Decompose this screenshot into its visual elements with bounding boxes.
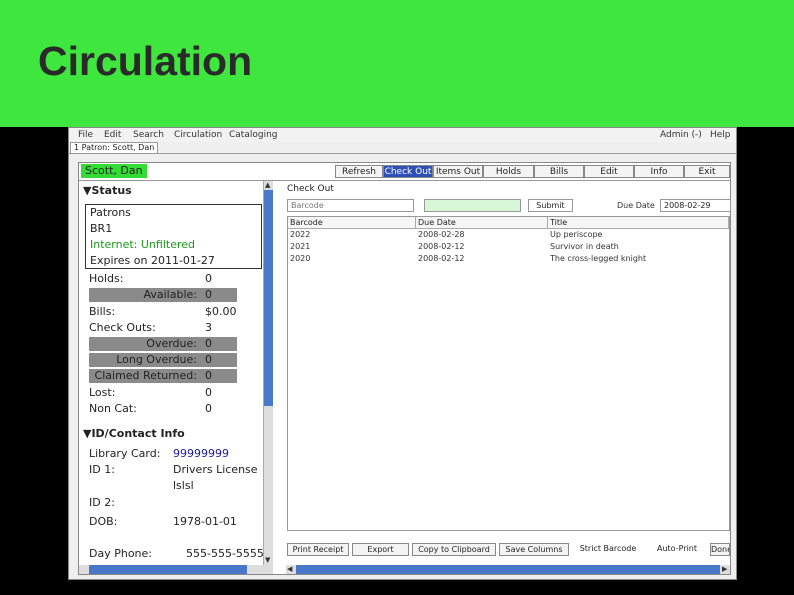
menu-edit[interactable]: Edit [104,130,121,140]
due-date-label: Due Date [617,201,655,210]
barcode-type-select[interactable]: Barcode [287,199,414,212]
bills-value: $0.00 [205,305,237,318]
refresh-button[interactable]: Refresh [335,165,383,178]
left-hscroll-thumb[interactable] [89,565,247,574]
available-label: Available: [143,288,198,301]
application-window: File Edit Search Circulation Cataloging … [68,127,737,580]
scroll-down-arrow-icon[interactable]: ▼ [265,556,270,564]
id1-label: ID 1: [89,463,115,476]
id2-label: ID 2: [89,496,115,509]
scroll-right-arrow-icon[interactable]: ▶ [722,565,727,573]
claimed-returned-value: 0 [205,369,212,382]
dob-label: DOB: [89,515,118,528]
exit-button[interactable]: Exit [684,165,730,178]
save-columns-button[interactable]: Save Columns [499,543,569,556]
holds-label: Holds: [89,272,124,285]
export-button[interactable]: Export [352,543,409,556]
tab-patron[interactable]: 1 Patron: Scott, Dan [70,142,159,153]
submit-button[interactable]: Submit [528,199,573,212]
print-receipt-button[interactable]: Print Receipt [287,543,349,556]
row-1-title[interactable]: Up periscope [550,230,602,239]
left-scroll-thumb[interactable] [264,190,273,406]
library-card-value: 99999999 [173,447,229,460]
copy-to-clipboard-button[interactable]: Copy to Clipboard [412,543,496,556]
holds-value: 0 [205,272,212,285]
long-overdue-value: 0 [205,353,212,366]
bills-button[interactable]: Bills [534,165,584,178]
column-header-due-date[interactable]: Due Date [416,217,548,229]
non-cat-label: Non Cat: [89,402,137,415]
menu-cataloging[interactable]: Cataloging [229,130,277,140]
status-expires: Expires on 2011-01-27 [90,254,215,267]
menu-file[interactable]: File [78,130,93,140]
row-2-due-date[interactable]: 2008-02-12 [418,242,465,251]
menu-admin[interactable]: Admin (-) [660,130,702,140]
holds-button[interactable]: Holds [483,165,534,178]
items-out-button[interactable]: Items Out [433,165,483,178]
status-internet: Internet: Unfiltered [90,238,195,251]
checkout-grid: Barcode Due Date Title 2022 2008-02-28 U… [287,216,730,531]
column-header-barcode[interactable]: Barcode [288,217,416,229]
done-button[interactable]: Done [710,543,730,556]
row-3-barcode[interactable]: 2020 [290,254,310,263]
row-2-title[interactable]: Survivor in death [550,242,619,251]
info-button[interactable]: Info [634,165,684,178]
column-header-title[interactable]: Title [548,217,729,229]
auto-print-checkbox[interactable]: Auto-Print [647,543,707,556]
barcode-input[interactable] [424,199,521,212]
lost-label: Lost: [89,386,116,399]
row-1-barcode[interactable]: 2022 [290,230,310,239]
left-horizontal-scrollbar[interactable] [79,565,273,574]
status-profile: Patrons [90,206,131,219]
check-outs-label: Check Outs: [89,321,156,334]
check-outs-value: 3 [205,321,212,334]
status-box: Patrons BR1 Internet: Unfiltered Expires… [85,204,262,269]
overdue-label: Overdue: [146,337,197,350]
scroll-up-arrow-icon[interactable]: ▲ [265,181,270,189]
patron-summary-pane: ▼Status Patrons BR1 Internet: Unfiltered… [79,181,283,576]
left-vertical-scrollbar[interactable]: ▲ ▼ [263,181,273,565]
bills-label: Bills: [89,305,116,318]
claimed-returned-label: Claimed Returned: [94,369,197,382]
edit-button[interactable]: Edit [584,165,634,178]
available-value: 0 [205,288,212,301]
menu-circulation[interactable]: Circulation [174,130,222,140]
patron-name: Scott, Dan [81,164,147,178]
row-3-due-date[interactable]: 2008-02-12 [418,254,465,263]
menu-bar: File Edit Search Circulation Cataloging … [69,128,736,142]
check-out-button[interactable]: Check Out [383,165,433,178]
contact-header[interactable]: ▼ID/Contact Info [83,427,185,440]
dob-value: 1978-01-01 [173,515,237,528]
check-out-title: Check Out [287,184,334,194]
slide-title: Circulation [38,38,253,84]
long-overdue-label: Long Overdue: [116,353,197,366]
menu-help[interactable]: Help [710,130,731,140]
status-header[interactable]: ▼Status [83,184,132,197]
row-2-barcode[interactable]: 2021 [290,242,310,251]
due-date-input[interactable]: 2008-02-29 [660,199,731,212]
overdue-value: 0 [205,337,212,350]
day-phone-label: Day Phone: [89,547,152,560]
id1-value: Drivers License [173,463,258,476]
menu-search[interactable]: Search [133,130,164,140]
tab-bar: 1 Patron: Scott, Dan [69,141,736,154]
patron-display: Scott, Dan Refresh Check Out Items Out H… [78,162,731,575]
status-library: BR1 [90,222,113,235]
row-3-title[interactable]: The cross-legged knight [550,254,646,263]
right-horizontal-scrollbar[interactable]: ◀ ▶ [286,565,730,574]
non-cat-value: 0 [205,402,212,415]
library-card-label: Library Card: [89,447,161,460]
lost-value: 0 [205,386,212,399]
check-out-pane: Check Out Barcode Submit Due Date 2008-0… [286,181,732,576]
scroll-left-arrow-icon[interactable]: ◀ [287,565,292,573]
slide-header: Circulation [0,0,794,127]
right-hscroll-thumb[interactable] [296,565,720,574]
row-1-due-date[interactable]: 2008-02-28 [418,230,465,239]
strict-barcode-checkbox[interactable]: Strict Barcode [573,543,643,556]
id1-extra: lslsl [173,479,194,492]
day-phone-value: 555-555-5555 [186,547,264,560]
